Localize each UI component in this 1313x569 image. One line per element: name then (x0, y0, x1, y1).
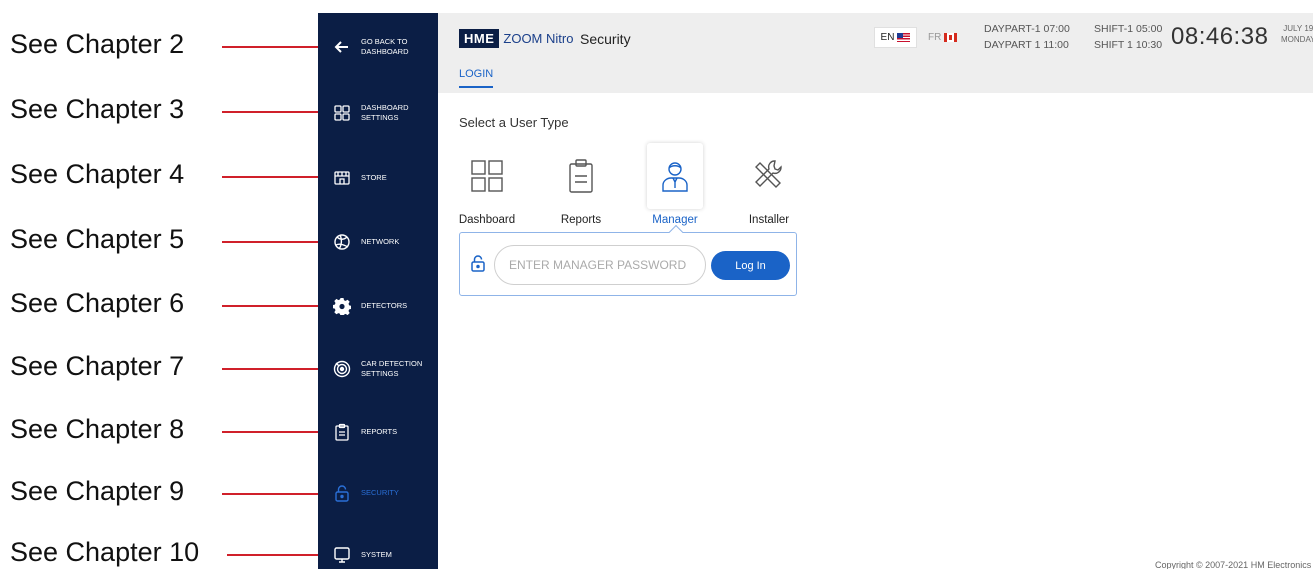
sidebar-item-dashboard-settings[interactable]: DASHBOARD SETTINGS (318, 93, 438, 133)
callout-line (222, 109, 325, 115)
callout-text: See Chapter 3 (10, 94, 185, 124)
callout-line (222, 491, 325, 497)
callout-text: See Chapter 9 (10, 476, 185, 506)
sidebar-item-store[interactable]: STORE (318, 158, 438, 198)
user-type-label: Dashboard (458, 214, 516, 226)
sidebar-item-label: DETECTORS (361, 301, 408, 310)
callout-line (227, 552, 325, 558)
callout-text: See Chapter 10 (10, 537, 200, 567)
sidebar-item-security[interactable]: SECURITY (318, 473, 438, 513)
clipboard-icon (553, 143, 609, 209)
sidebar-item-label: STORE (361, 173, 387, 182)
sidebar-item-label: DASHBOARD SETTINGS (361, 103, 409, 122)
network-icon (333, 233, 351, 251)
callout-chapter-8: See Chapter 8 (0, 412, 326, 452)
sidebar-item-go-back[interactable]: GO BACK TO DASHBOARD (318, 27, 438, 67)
callout-chapter-6: See Chapter 6 (0, 286, 326, 326)
sidebar-item-label: SECURITY (361, 488, 399, 497)
radar-icon (333, 360, 351, 378)
callout-line (222, 429, 325, 435)
gear-icon (333, 297, 351, 315)
user-type-manager[interactable]: Manager (647, 143, 703, 235)
callout-text: See Chapter 7 (10, 351, 185, 381)
language-en-label: EN (880, 32, 895, 43)
logo: HME ZOOM Nitro (459, 29, 573, 48)
user-type-installer[interactable]: Installer (741, 143, 797, 235)
language-en-button[interactable]: EN (874, 27, 917, 48)
lock-icon (333, 484, 351, 502)
page-title: Security (580, 31, 631, 47)
callout-chapter-5: See Chapter 5 (0, 222, 326, 262)
sidebar-item-reports[interactable]: REPORTS (318, 412, 438, 452)
us-flag-icon (897, 33, 911, 42)
date-day: JULY 19 (1283, 24, 1313, 33)
language-fr-button[interactable]: FR (928, 27, 958, 48)
shift-current: SHIFT-1 05:00 (1094, 23, 1163, 35)
tab-login[interactable]: LOGIN (459, 68, 494, 88)
daypart-next: DAYPART 1 11:00 (984, 39, 1069, 51)
manager-icon (647, 143, 703, 209)
manager-password-input[interactable] (494, 245, 706, 285)
copyright: Copyright © 2007-2021 HM Electronics (1155, 560, 1312, 569)
lock-icon (469, 254, 487, 272)
daypart-current: DAYPART-1 07:00 (984, 23, 1070, 35)
callout-line (222, 303, 325, 309)
clipboard-icon (333, 423, 351, 441)
sidebar-item-car-detection-settings[interactable]: CAR DETECTION SETTINGS (318, 349, 438, 389)
date-weekday: MONDAY (1281, 35, 1313, 44)
login-button[interactable]: Log In (711, 251, 790, 280)
callout-chapter-2: See Chapter 2 (0, 27, 326, 67)
user-type-dashboard[interactable]: Dashboard (459, 143, 515, 235)
logo-product: ZOOM Nitro (503, 31, 574, 46)
user-type-label: Installer (748, 214, 790, 226)
sidebar-item-network[interactable]: NETWORK (318, 222, 438, 262)
callout-chapter-3: See Chapter 3 (0, 92, 326, 132)
sidebar-item-label: REPORTS (361, 427, 398, 436)
canada-flag-icon (944, 33, 958, 42)
select-user-type-label: Select a User Type (459, 115, 569, 130)
sidebar-item-label: SYSTEM (361, 550, 392, 559)
logo-brand: HME (459, 29, 500, 48)
user-type-label: Reports (560, 214, 602, 226)
callout-line (222, 174, 325, 180)
sidebar: GO BACK TO DASHBOARD DASHBOARD SETTINGS … (318, 13, 438, 569)
callout-line (222, 366, 325, 372)
grid-icon (333, 104, 351, 122)
callout-text: See Chapter 2 (10, 29, 185, 59)
sidebar-item-label: NETWORK (361, 237, 400, 246)
store-icon (333, 169, 351, 187)
sidebar-item-label: CAR DETECTION SETTINGS (361, 359, 423, 378)
callout-line (222, 44, 325, 50)
dashboard-grid-icon (459, 143, 515, 209)
clock: 08:46:38 (1171, 23, 1269, 50)
user-type-reports[interactable]: Reports (553, 143, 609, 235)
sidebar-item-system[interactable]: SYSTEM (318, 535, 438, 569)
callout-chapter-9: See Chapter 9 (0, 474, 326, 514)
shift-info: DAYPART-1 07:00 SHIFT-1 05:00 DAYPART 1 … (984, 21, 1162, 53)
callout-chapter-10: See Chapter 10 (0, 535, 326, 569)
shift-next: SHIFT 1 10:30 (1094, 39, 1163, 51)
callout-text: See Chapter 6 (10, 288, 185, 318)
callout-line (222, 239, 325, 245)
date: JULY 19 MONDAY (1281, 23, 1313, 45)
tools-icon (741, 143, 797, 209)
arrow-left-icon (333, 38, 351, 56)
login-panel: Log In (459, 224, 797, 296)
sidebar-item-label: GO BACK TO DASHBOARD (361, 37, 409, 56)
callout-chapter-7: See Chapter 7 (0, 349, 326, 389)
callout-chapter-4: See Chapter 4 (0, 157, 326, 197)
header: HME ZOOM Nitro Security LOGIN EN FR DAYP… (438, 13, 1313, 93)
sidebar-item-detectors[interactable]: DETECTORS (318, 286, 438, 326)
callout-text: See Chapter 5 (10, 224, 185, 254)
callout-text: See Chapter 4 (10, 159, 185, 189)
language-fr-label: FR (928, 32, 942, 43)
callout-text: See Chapter 8 (10, 414, 185, 444)
monitor-icon (333, 546, 351, 564)
